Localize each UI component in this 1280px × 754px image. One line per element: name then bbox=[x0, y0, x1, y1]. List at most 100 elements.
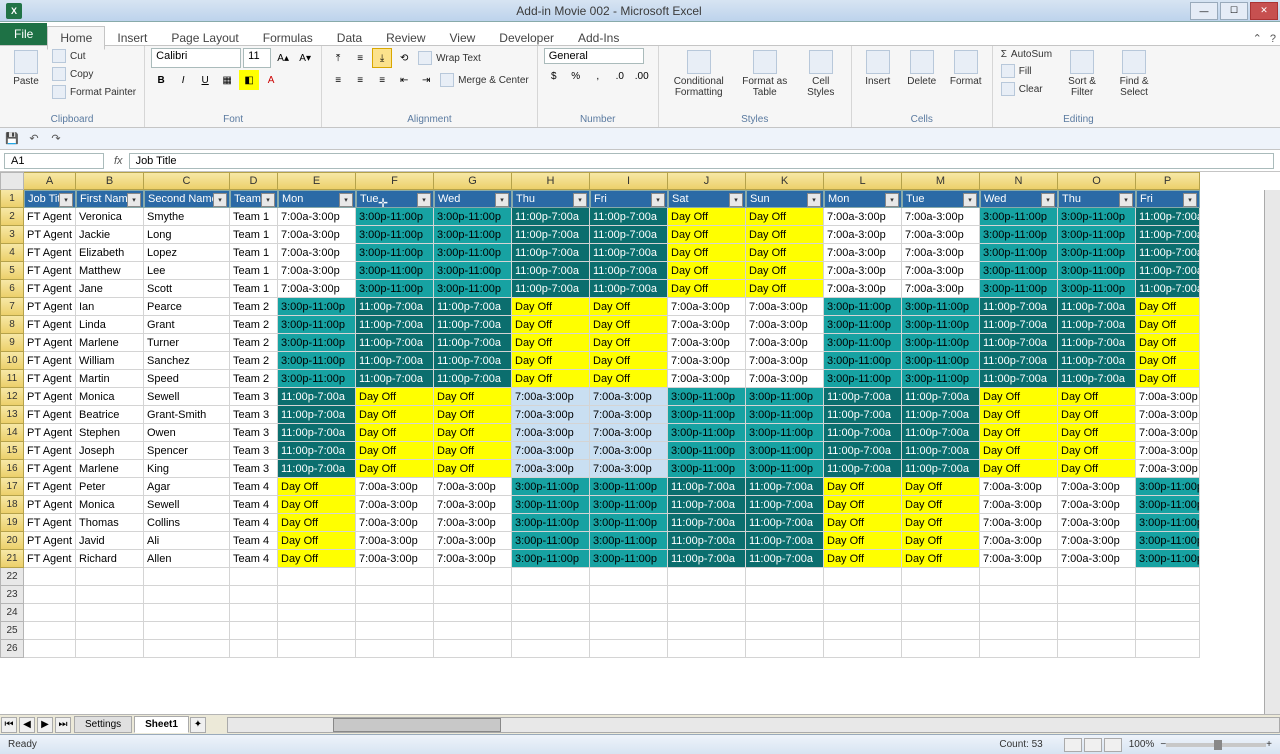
shift-cell[interactable]: 7:00a-3:00p bbox=[1136, 406, 1200, 424]
data-cell[interactable]: Agar bbox=[144, 478, 230, 496]
shift-cell[interactable]: 7:00a-3:00p bbox=[902, 262, 980, 280]
shift-cell[interactable]: Day Off bbox=[746, 280, 824, 298]
align-bottom-button[interactable]: ⤓ bbox=[372, 48, 392, 68]
empty-cell[interactable] bbox=[76, 568, 144, 586]
empty-cell[interactable] bbox=[512, 604, 590, 622]
data-cell[interactable]: FT Agent bbox=[24, 352, 76, 370]
empty-cell[interactable] bbox=[144, 568, 230, 586]
row-header[interactable]: 3 bbox=[0, 226, 24, 244]
shift-cell[interactable]: 3:00p-11:00p bbox=[590, 478, 668, 496]
shift-cell[interactable]: Day Off bbox=[1136, 334, 1200, 352]
shift-cell[interactable]: 3:00p-11:00p bbox=[356, 244, 434, 262]
empty-cell[interactable] bbox=[980, 604, 1058, 622]
shift-cell[interactable]: 11:00p-7:00a bbox=[512, 262, 590, 280]
last-sheet-button[interactable]: ⏭ bbox=[55, 717, 71, 733]
shift-cell[interactable]: 11:00p-7:00a bbox=[824, 388, 902, 406]
data-cell[interactable]: Team 2 bbox=[230, 316, 278, 334]
data-cell[interactable]: Team 1 bbox=[230, 208, 278, 226]
data-cell[interactable]: Martin bbox=[76, 370, 144, 388]
data-cell[interactable]: FT Agent bbox=[24, 460, 76, 478]
shift-cell[interactable]: Day Off bbox=[1136, 352, 1200, 370]
shift-cell[interactable]: 7:00a-3:00p bbox=[746, 316, 824, 334]
shift-cell[interactable]: 3:00p-11:00p bbox=[902, 370, 980, 388]
shift-cell[interactable]: 11:00p-7:00a bbox=[512, 208, 590, 226]
shift-cell[interactable]: Day Off bbox=[590, 370, 668, 388]
shift-cell[interactable]: 3:00p-11:00p bbox=[278, 298, 356, 316]
empty-cell[interactable] bbox=[824, 586, 902, 604]
data-cell[interactable]: Allen bbox=[144, 550, 230, 568]
shift-cell[interactable]: 7:00a-3:00p bbox=[746, 298, 824, 316]
shift-cell[interactable]: Day Off bbox=[824, 550, 902, 568]
shift-cell[interactable]: Day Off bbox=[434, 460, 512, 478]
data-cell[interactable]: Team 4 bbox=[230, 478, 278, 496]
empty-cell[interactable] bbox=[1058, 640, 1136, 658]
shift-cell[interactable]: 3:00p-11:00p bbox=[824, 370, 902, 388]
column-header[interactable]: H bbox=[512, 172, 590, 190]
empty-cell[interactable] bbox=[980, 622, 1058, 640]
shift-cell[interactable]: 11:00p-7:00a bbox=[1136, 280, 1200, 298]
shift-cell[interactable]: 3:00p-11:00p bbox=[1058, 208, 1136, 226]
row-header[interactable]: 12 bbox=[0, 388, 24, 406]
data-cell[interactable]: Lopez bbox=[144, 244, 230, 262]
column-header[interactable]: K bbox=[746, 172, 824, 190]
data-cell[interactable]: Team 3 bbox=[230, 406, 278, 424]
shift-cell[interactable]: Day Off bbox=[356, 460, 434, 478]
empty-cell[interactable] bbox=[356, 586, 434, 604]
empty-cell[interactable] bbox=[824, 640, 902, 658]
shift-cell[interactable]: 3:00p-11:00p bbox=[668, 424, 746, 442]
shift-cell[interactable]: Day Off bbox=[902, 496, 980, 514]
shift-cell[interactable]: 7:00a-3:00p bbox=[434, 532, 512, 550]
shift-cell[interactable]: 11:00p-7:00a bbox=[590, 226, 668, 244]
empty-cell[interactable] bbox=[144, 622, 230, 640]
sort-filter-button[interactable]: Sort & Filter bbox=[1058, 48, 1106, 100]
data-cell[interactable]: Team 4 bbox=[230, 550, 278, 568]
minimize-ribbon-icon[interactable]: ⌃ bbox=[1249, 32, 1266, 45]
shift-cell[interactable]: 3:00p-11:00p bbox=[1136, 532, 1200, 550]
shift-cell[interactable]: 11:00p-7:00a bbox=[668, 514, 746, 532]
shift-cell[interactable]: 3:00p-11:00p bbox=[1136, 514, 1200, 532]
shift-cell[interactable]: 11:00p-7:00a bbox=[902, 424, 980, 442]
shift-cell[interactable]: 11:00p-7:00a bbox=[512, 280, 590, 298]
currency-button[interactable]: $ bbox=[544, 66, 564, 86]
data-cell[interactable]: Team 2 bbox=[230, 370, 278, 388]
shift-cell[interactable]: Day Off bbox=[668, 244, 746, 262]
table-header-cell[interactable]: Second Name bbox=[144, 190, 230, 208]
data-cell[interactable]: Jackie bbox=[76, 226, 144, 244]
empty-cell[interactable] bbox=[1136, 586, 1200, 604]
number-format-combo[interactable]: General bbox=[544, 48, 644, 64]
shift-cell[interactable]: 11:00p-7:00a bbox=[590, 244, 668, 262]
shift-cell[interactable]: 11:00p-7:00a bbox=[668, 550, 746, 568]
data-cell[interactable]: Ali bbox=[144, 532, 230, 550]
data-cell[interactable]: Lee bbox=[144, 262, 230, 280]
shift-cell[interactable]: 7:00a-3:00p bbox=[746, 352, 824, 370]
shift-cell[interactable]: 3:00p-11:00p bbox=[590, 532, 668, 550]
shift-cell[interactable]: 7:00a-3:00p bbox=[1058, 478, 1136, 496]
shift-cell[interactable]: Day Off bbox=[1136, 316, 1200, 334]
empty-cell[interactable] bbox=[356, 622, 434, 640]
data-cell[interactable]: Monica bbox=[76, 496, 144, 514]
table-header-cell[interactable]: Fri bbox=[1136, 190, 1200, 208]
shift-cell[interactable]: Day Off bbox=[278, 496, 356, 514]
increase-indent-button[interactable]: ⇥ bbox=[416, 70, 436, 90]
shift-cell[interactable]: 7:00a-3:00p bbox=[980, 478, 1058, 496]
data-cell[interactable]: FT Agent bbox=[24, 208, 76, 226]
underline-button[interactable]: U bbox=[195, 70, 215, 90]
shift-cell[interactable]: Day Off bbox=[746, 262, 824, 280]
data-cell[interactable]: Team 3 bbox=[230, 388, 278, 406]
format-cells-button[interactable]: Format bbox=[946, 48, 986, 89]
row-header[interactable]: 11 bbox=[0, 370, 24, 388]
shrink-font-button[interactable]: A▾ bbox=[295, 48, 315, 68]
empty-cell[interactable] bbox=[144, 604, 230, 622]
help-icon[interactable]: ? bbox=[1266, 33, 1280, 45]
formula-input[interactable]: Job Title bbox=[129, 153, 1274, 169]
shift-cell[interactable]: 7:00a-3:00p bbox=[1058, 496, 1136, 514]
shift-cell[interactable]: Day Off bbox=[1058, 424, 1136, 442]
zoom-in-button[interactable]: + bbox=[1266, 739, 1272, 750]
shift-cell[interactable]: 11:00p-7:00a bbox=[512, 244, 590, 262]
shift-cell[interactable]: 3:00p-11:00p bbox=[434, 262, 512, 280]
shift-cell[interactable]: 3:00p-11:00p bbox=[278, 352, 356, 370]
shift-cell[interactable]: Day Off bbox=[512, 298, 590, 316]
zoom-slider[interactable] bbox=[1166, 743, 1266, 747]
font-size-combo[interactable]: 11 bbox=[243, 48, 271, 68]
row-header[interactable]: 10 bbox=[0, 352, 24, 370]
